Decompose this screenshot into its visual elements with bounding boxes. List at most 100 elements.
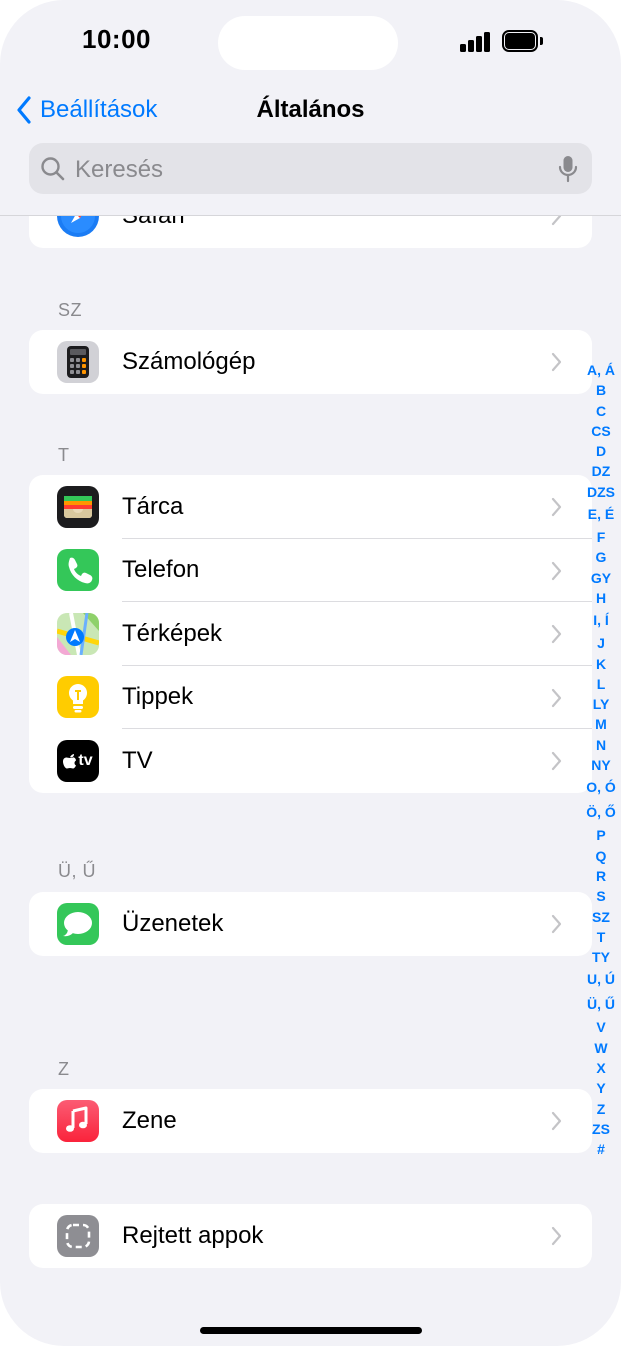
index-letter[interactable]: K: [582, 654, 620, 674]
chevron-right-icon: [551, 1111, 562, 1131]
row-label: TV: [122, 746, 153, 774]
battery-icon: [502, 30, 543, 52]
tips-icon: [57, 676, 99, 719]
chevron-right-icon: [551, 561, 562, 580]
index-letter[interactable]: N: [582, 735, 620, 755]
row-terkepek[interactable]: Térképek: [29, 602, 592, 666]
messages-icon: [57, 902, 99, 945]
index-letter[interactable]: Q: [582, 846, 620, 866]
section-header-z: Z: [58, 1059, 70, 1079]
index-letter[interactable]: E, É: [582, 502, 620, 527]
row-tippek[interactable]: Tippek: [29, 666, 592, 729]
row-label: Üzenetek: [122, 909, 224, 937]
index-letter[interactable]: U, Ú: [582, 967, 620, 992]
index-letter[interactable]: O, Ó: [582, 775, 620, 800]
row-uzenetek[interactable]: Üzenetek: [29, 892, 592, 956]
row-tv[interactable]: tv TV: [29, 729, 592, 793]
section-header-u: Ü, Ű: [58, 861, 96, 881]
list-group-z: Zene: [29, 1089, 592, 1153]
page-title: Általános: [256, 96, 365, 123]
microphone-icon[interactable]: [558, 155, 578, 183]
index-letter[interactable]: A, Á: [582, 360, 620, 380]
list-group-sz: Számológép: [29, 330, 592, 394]
index-letter[interactable]: H: [582, 588, 620, 608]
home-indicator[interactable]: [200, 1327, 422, 1334]
apple-tv-icon: tv: [57, 739, 99, 782]
maps-icon: [57, 612, 99, 655]
dynamic-island: [218, 16, 398, 70]
row-telefon[interactable]: Telefon: [29, 539, 592, 602]
index-letter[interactable]: F: [582, 527, 620, 547]
search-input[interactable]: [73, 143, 557, 196]
index-letter[interactable]: Ö, Ő: [582, 800, 620, 825]
chevron-right-icon: [551, 751, 562, 771]
index-letter[interactable]: DZS: [582, 482, 620, 502]
back-button-label: Beállítások: [40, 96, 158, 123]
index-letter[interactable]: TY: [582, 947, 620, 967]
index-letter[interactable]: Ü, Ű: [582, 992, 620, 1017]
index-letter[interactable]: T: [582, 927, 620, 947]
chevron-right-icon: [551, 216, 562, 226]
row-safari[interactable]: Safari: [29, 216, 592, 248]
search-icon: [41, 157, 65, 181]
phone-screen: 10:00 Beállítások Általános Keresés SZ S…: [0, 0, 621, 1346]
row-label: Számológép: [122, 347, 256, 375]
list-group-s: Safari: [29, 216, 592, 248]
chevron-right-icon: [551, 497, 562, 517]
chevron-right-icon: [551, 688, 562, 707]
index-letter[interactable]: SZ: [582, 907, 620, 927]
index-letter[interactable]: Y: [582, 1078, 620, 1098]
row-label: Safari: [122, 216, 185, 230]
safari-icon: [57, 216, 99, 237]
chevron-left-icon: [17, 96, 31, 124]
chevron-right-icon: [551, 1226, 562, 1246]
row-rejtett-appok[interactable]: Rejtett appok: [29, 1204, 592, 1268]
index-letter[interactable]: L: [582, 674, 620, 694]
index-letter[interactable]: Z: [582, 1099, 620, 1119]
section-index[interactable]: A, Á B C CS D DZ DZS E, É F G GY H I, Í J K L LY M N NY O, Ó…: [582, 360, 620, 1160]
index-letter[interactable]: LY: [582, 694, 620, 714]
index-letter[interactable]: M: [582, 714, 620, 734]
index-letter[interactable]: J: [582, 633, 620, 653]
chevron-right-icon: [551, 352, 562, 372]
hidden-apps-icon: [57, 1214, 99, 1257]
search-bar[interactable]: [29, 143, 592, 196]
index-letter[interactable]: V: [582, 1017, 620, 1037]
row-label: Rejtett appok: [122, 1221, 264, 1249]
index-letter[interactable]: G: [582, 547, 620, 567]
index-letter[interactable]: X: [582, 1058, 620, 1078]
index-letter[interactable]: #: [582, 1139, 620, 1159]
chevron-right-icon: [551, 914, 562, 934]
row-label: Zene: [122, 1106, 177, 1134]
apple-logo-icon: [63, 753, 77, 769]
index-letter[interactable]: DZ: [582, 461, 620, 481]
row-label: Térképek: [122, 619, 223, 647]
section-header-t: T: [58, 445, 70, 465]
app-list[interactable]: Safari SZ Sz: [0, 216, 621, 1346]
index-letter[interactable]: R: [582, 866, 620, 886]
index-letter[interactable]: I, Í: [582, 608, 620, 633]
row-label: Tippek: [122, 683, 194, 711]
row-zene[interactable]: Zene: [29, 1089, 592, 1153]
index-letter[interactable]: ZS: [582, 1119, 620, 1139]
index-letter[interactable]: D: [582, 441, 620, 461]
row-szamologep[interactable]: Számológép: [29, 330, 592, 394]
index-letter[interactable]: W: [582, 1038, 620, 1058]
index-letter[interactable]: S: [582, 886, 620, 906]
index-letter[interactable]: B: [582, 380, 620, 400]
status-time: 10:00: [82, 24, 151, 54]
list-group-u: Üzenetek: [29, 892, 592, 956]
index-letter[interactable]: C: [582, 401, 620, 421]
back-button[interactable]: Beállítások: [16, 94, 157, 126]
index-letter[interactable]: GY: [582, 568, 620, 588]
row-label: Telefon: [122, 556, 200, 584]
row-tarca[interactable]: Tárca: [29, 475, 592, 539]
chevron-right-icon: [551, 624, 562, 644]
index-letter[interactable]: CS: [582, 421, 620, 441]
calculator-icon: [57, 340, 99, 383]
index-letter[interactable]: P: [582, 825, 620, 845]
index-letter[interactable]: NY: [582, 755, 620, 775]
list-group-hidden-apps: Rejtett appok: [29, 1204, 592, 1268]
music-icon: [57, 1099, 99, 1142]
wallet-icon: [57, 485, 99, 528]
